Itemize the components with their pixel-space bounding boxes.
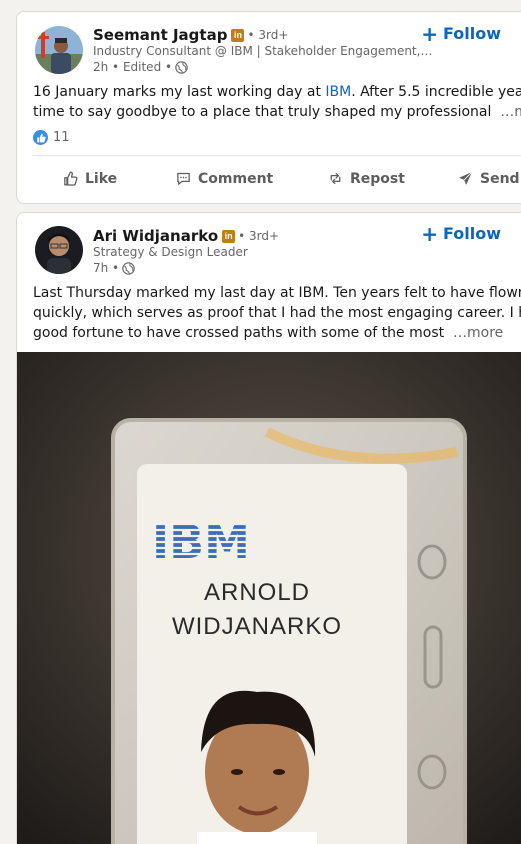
follow-label: Follow — [442, 224, 501, 243]
connection-degree: • 3rd+ — [247, 28, 289, 42]
author-name-row: Seemant Jagtap in • 3rd+ — [93, 26, 288, 44]
thumbs-up-icon — [33, 130, 48, 145]
send-button[interactable]: Send — [457, 170, 520, 187]
id-badge-photo: IBM ARNOLD WIDJANARKO — [17, 352, 521, 844]
post-body: Last Thursday marked my last day at IBM.… — [33, 283, 521, 343]
post-meta: 7h • — [93, 261, 135, 275]
feed-post: Seemant Jagtap in • 3rd+ Industry Consul… — [16, 11, 521, 204]
globe-icon — [122, 261, 135, 275]
repost-button[interactable]: Repost — [327, 170, 405, 187]
post-text: good fortune to have crossed paths with … — [33, 325, 445, 341]
post-text: . After 5.5 incredible years, it’s — [351, 84, 521, 100]
author-headline: Strategy & Design Leader — [93, 245, 248, 259]
reaction-summary[interactable]: 11 — [33, 130, 70, 145]
social-actions-bar: Like Comment Repost Send — [17, 170, 521, 190]
see-more-link[interactable]: …more — [453, 325, 503, 341]
post-timestamp: 7h • — [93, 261, 120, 275]
like-label: Like — [85, 170, 118, 187]
see-more-link[interactable]: …more — [500, 104, 521, 120]
send-icon — [459, 171, 473, 185]
post-body-line: time to say goodbye to a place that trul… — [33, 102, 521, 122]
comment-button[interactable]: Comment — [175, 170, 273, 187]
post-body-line: quickly, which serves as proof that I ha… — [33, 305, 521, 321]
repost-label: Repost — [350, 170, 405, 187]
post-text: time to say goodbye to a place that trul… — [33, 104, 492, 120]
comment-label: Comment — [198, 170, 274, 187]
feed-post: Ari Widjanarko in • 3rd+ Strategy & Desi… — [16, 212, 521, 844]
follow-button[interactable]: + Follow — [421, 21, 501, 46]
divider — [33, 155, 521, 156]
company-link[interactable]: IBM — [325, 84, 351, 100]
post-text: 16 January marks my last working day at — [33, 84, 326, 100]
post-body-line: good fortune to have crossed paths with … — [33, 323, 521, 343]
reaction-count: 11 — [53, 130, 70, 145]
post-timestamp: 2h • Edited • — [93, 60, 173, 74]
author-name[interactable]: Seemant Jagtap — [93, 26, 227, 44]
post-body: 16 January marks my last working day at … — [33, 82, 521, 122]
connection-degree: • 3rd+ — [238, 229, 280, 243]
author-headline: Industry Consultant @ IBM | Stakeholder … — [93, 44, 433, 58]
author-avatar[interactable] — [35, 26, 83, 74]
post-body-line: Last Thursday marked my last day at IBM.… — [33, 285, 521, 301]
send-label: Send — [480, 170, 520, 187]
globe-icon — [175, 60, 188, 74]
thumbs-up-icon — [64, 171, 78, 186]
repost-icon — [330, 172, 341, 185]
linkedin-badge-icon: in — [231, 28, 245, 42]
badge-name-line: ARNOLD — [204, 579, 310, 606]
author-avatar[interactable] — [35, 226, 83, 274]
like-button[interactable]: Like — [62, 170, 117, 187]
plus-icon: + — [421, 21, 438, 46]
post-body-line: 16 January marks my last working day at … — [33, 82, 521, 102]
badge-name-line: WIDJANARKO — [172, 613, 342, 640]
follow-label: Follow — [442, 24, 501, 43]
post-meta: 2h • Edited • — [93, 60, 188, 74]
plus-icon: + — [421, 221, 438, 246]
author-name-row: Ari Widjanarko in • 3rd+ — [93, 227, 279, 245]
post-image[interactable]: IBM ARNOLD WIDJANARKO — [17, 352, 521, 844]
comment-icon — [177, 172, 190, 185]
author-name[interactable]: Ari Widjanarko — [93, 227, 218, 245]
follow-button[interactable]: + Follow — [421, 221, 501, 246]
linkedin-badge-icon: in — [222, 229, 236, 243]
